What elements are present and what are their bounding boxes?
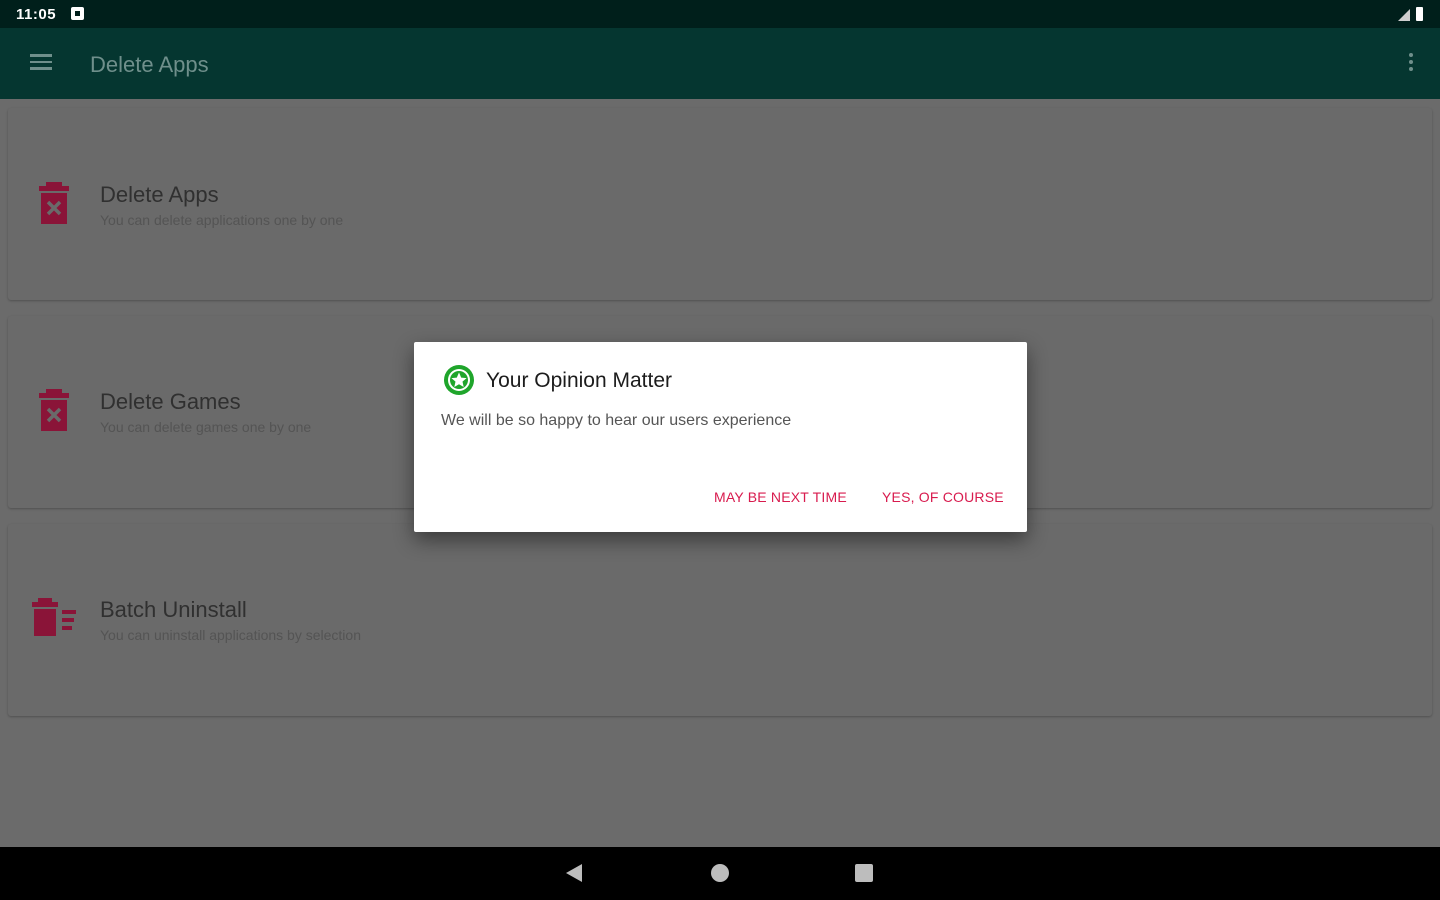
back-icon[interactable] xyxy=(566,864,582,882)
card-title: Batch Uninstall xyxy=(100,597,247,622)
yes-button[interactable]: YES, OF COURSE xyxy=(882,489,1004,505)
recents-icon[interactable] xyxy=(855,864,873,882)
app-title: Delete Apps xyxy=(90,52,209,77)
star-badge-icon xyxy=(444,365,474,395)
batch-uninstall-card[interactable]: Batch Uninstall You can uninstall applic… xyxy=(8,524,1432,716)
card-subtitle: You can uninstall applications by select… xyxy=(100,627,361,643)
home-icon[interactable] xyxy=(711,864,729,882)
status-bar: 11:05 xyxy=(0,0,1440,28)
maybe-later-button[interactable]: MAY BE NEXT TIME xyxy=(714,489,847,505)
card-subtitle: You can delete applications one by one xyxy=(100,212,344,228)
card-title: Delete Apps xyxy=(100,182,219,207)
trash-x-icon xyxy=(39,389,69,431)
dialog-title: Your Opinion Matter xyxy=(486,369,672,392)
navigation-bar xyxy=(0,847,1440,900)
dialog-message: We will be so happy to hear our users ex… xyxy=(441,412,792,429)
more-options-icon[interactable] xyxy=(1408,53,1414,75)
delete-apps-card[interactable]: Delete Apps You can delete applications … xyxy=(8,108,1432,300)
notification-icon xyxy=(71,7,84,20)
card-title: Delete Games xyxy=(100,389,241,414)
batch-delete-icon xyxy=(32,598,76,636)
battery-icon xyxy=(1416,7,1423,21)
rate-dialog: Your Opinion Matter We will be so happy … xyxy=(414,342,1027,532)
status-time: 11:05 xyxy=(16,6,57,23)
menu-icon[interactable] xyxy=(30,54,52,72)
card-subtitle: You can delete games one by one xyxy=(100,419,312,435)
trash-x-icon xyxy=(39,182,69,224)
signal-icon xyxy=(1398,9,1410,21)
app-bar: Delete Apps xyxy=(0,28,1440,99)
